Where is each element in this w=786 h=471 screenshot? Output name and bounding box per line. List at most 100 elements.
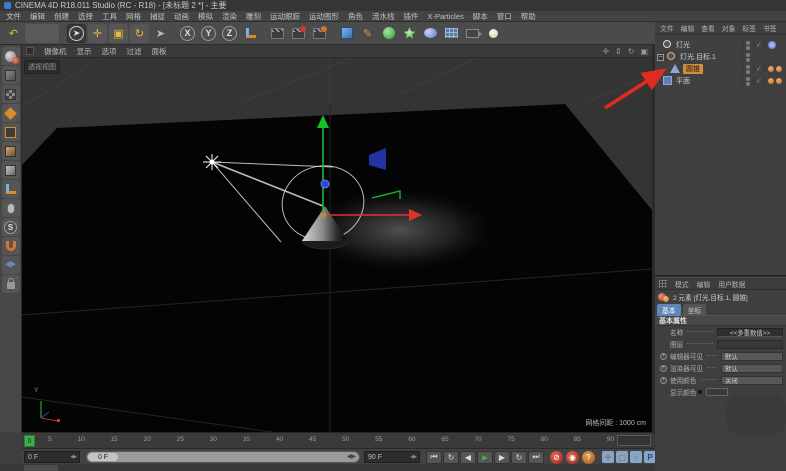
menu-window[interactable]: 窗口 <box>497 11 512 22</box>
key-position-toggle[interactable]: ✛ <box>602 451 614 463</box>
display-color-swatch[interactable] <box>706 388 728 396</box>
render-picture-viewer-button[interactable] <box>289 24 308 43</box>
add-primitive-button[interactable] <box>337 24 356 43</box>
om-menu-view[interactable]: 查看 <box>701 23 715 33</box>
enabled-check[interactable]: ✓ <box>753 65 761 73</box>
key-rotation-toggle[interactable]: ○ <box>630 451 642 463</box>
tab-coordinates[interactable]: 坐标 <box>683 304 707 316</box>
menu-xparticles[interactable]: X-Particles <box>428 12 464 21</box>
add-spline-button[interactable]: ✎ <box>358 24 377 43</box>
visibility-dots[interactable] <box>742 53 750 62</box>
enabled-check[interactable]: ✓ <box>753 77 761 85</box>
add-deformer-button[interactable] <box>400 24 419 43</box>
lock-x-axis-button[interactable]: X <box>178 24 197 43</box>
enable-snap-button[interactable]: S <box>2 218 20 236</box>
goto-end-button[interactable]: ⏭ <box>528 451 544 464</box>
menu-mesh[interactable]: 网格 <box>126 11 141 22</box>
redo-area[interactable] <box>25 24 59 43</box>
vp-menu-panel[interactable]: 面板 <box>152 46 167 57</box>
editor-visible-dropdown[interactable]: 默认 <box>721 352 783 361</box>
add-camera-button[interactable] <box>463 24 482 43</box>
viewport-pin-icon[interactable] <box>26 47 34 55</box>
object-mode-button[interactable] <box>2 161 20 179</box>
add-floor-button[interactable] <box>442 24 461 43</box>
om-menu-objects[interactable]: 对象 <box>722 23 736 33</box>
rotate-tool[interactable]: ↻ <box>130 24 149 43</box>
menu-edit[interactable]: 编辑 <box>30 11 45 22</box>
tab-basic[interactable]: 基本 <box>657 304 681 316</box>
material-manager-stub[interactable] <box>24 465 58 471</box>
name-field[interactable]: <<多重数值>> <box>717 328 783 337</box>
vp-menu-display[interactable]: 显示 <box>77 46 92 57</box>
am-grid-icon[interactable] <box>659 280 667 288</box>
light-source-star[interactable] <box>203 154 221 170</box>
menu-pipeline[interactable]: 流水线 <box>372 11 395 22</box>
menu-motion-tracker[interactable]: 运动跟踪 <box>270 11 300 22</box>
menu-character[interactable]: 角色 <box>348 11 363 22</box>
plane-tags[interactable] <box>764 78 784 84</box>
add-environment-button[interactable] <box>421 24 440 43</box>
undo-button[interactable]: ↶ <box>4 24 23 43</box>
timeline-playhead[interactable]: 0 <box>24 435 35 447</box>
add-light-button[interactable] <box>484 24 503 43</box>
add-generator-button[interactable] <box>379 24 398 43</box>
object-row-cone[interactable]: 圆锥 ✓ <box>655 63 786 75</box>
rotate-view-icon[interactable]: ↻ <box>628 47 635 56</box>
visibility-dots[interactable] <box>742 65 750 74</box>
lock-workplane-button[interactable] <box>2 275 20 293</box>
menu-simulate[interactable]: 模拟 <box>198 11 213 22</box>
lock-z-axis-button[interactable]: Z <box>220 24 239 43</box>
am-menu-mode[interactable]: 模式 <box>675 279 689 289</box>
expand-circle-icon[interactable]: + <box>660 365 667 372</box>
ruler-end-box[interactable] <box>617 435 651 446</box>
model-mode-button[interactable] <box>2 66 20 84</box>
use-color-dropdown[interactable]: 关闭 <box>721 376 783 385</box>
edges-mode-button[interactable] <box>2 123 20 141</box>
om-menu-bookmarks[interactable]: 书签 <box>763 23 777 33</box>
object-manager-tree[interactable]: 灯光 ✓ − 灯光.目标.1 <box>655 35 786 275</box>
menu-help[interactable]: 帮助 <box>521 11 536 22</box>
menu-animate[interactable]: 动画 <box>174 11 189 22</box>
cycle-button[interactable]: ↻ <box>511 451 527 464</box>
autokey-button[interactable]: ◉ <box>566 451 579 464</box>
enable-axis-button[interactable] <box>2 180 20 198</box>
key-scale-toggle[interactable]: ▢ <box>616 451 628 463</box>
am-menu-userdata[interactable]: 用户数据 <box>718 279 745 289</box>
expand-circle-icon[interactable]: + <box>660 353 667 360</box>
goto-start-button[interactable]: ⏮ <box>426 451 442 464</box>
vp-menu-filter[interactable]: 过滤 <box>127 46 142 57</box>
menu-script[interactable]: 脚本 <box>473 11 488 22</box>
polygons-mode-button[interactable] <box>2 142 20 160</box>
layer-field[interactable] <box>717 340 783 349</box>
render-active-view-button[interactable] <box>268 24 287 43</box>
visibility-dots[interactable] <box>742 41 750 50</box>
menu-snap[interactable]: 捕捉 <box>150 11 165 22</box>
renderer-visible-dropdown[interactable]: 默认 <box>721 364 783 373</box>
am-menu-edit[interactable]: 编辑 <box>697 279 711 289</box>
coordinate-system-button[interactable] <box>241 24 260 43</box>
expand-circle-icon[interactable]: + <box>660 377 667 384</box>
z-axis-handle[interactable] <box>321 180 329 188</box>
lock-y-axis-button[interactable]: Y <box>199 24 218 43</box>
previous-frame-button[interactable]: ◀ <box>460 451 476 464</box>
basic-properties-header[interactable]: 基本属性 <box>655 315 786 326</box>
menu-sculpt[interactable]: 雕刻 <box>246 11 261 22</box>
last-used-tool[interactable]: ➤ <box>151 24 170 43</box>
move-tool[interactable]: ✛ <box>88 24 107 43</box>
timeline-slider-grip[interactable]: 0 F <box>88 453 118 461</box>
enabled-check[interactable]: ✓ <box>753 41 761 49</box>
object-row-light[interactable]: 灯光 ✓ <box>655 39 786 51</box>
om-menu-edit[interactable]: 编辑 <box>681 23 695 33</box>
timeline-ruler[interactable]: 0 510 1520 2530 3540 4550 5560 6570 7580… <box>22 432 655 448</box>
viewport-canvas[interactable] <box>22 45 652 432</box>
object-row-target-light[interactable]: − 灯光.目标.1 <box>655 51 786 63</box>
menu-select[interactable]: 选择 <box>78 11 93 22</box>
perspective-viewport[interactable]: 摄像机 显示 选项 过滤 面板 ✛ ⇕ ↻ ▣ 透视视图 网格间距 : 1000… <box>22 45 652 432</box>
play-mode-button[interactable]: ↻ <box>443 451 459 464</box>
keyframe-selection-button[interactable]: ? <box>582 451 595 464</box>
menu-tools[interactable]: 工具 <box>102 11 117 22</box>
menu-create[interactable]: 创建 <box>54 11 69 22</box>
end-frame-field[interactable]: 90 F◀▶ <box>364 451 420 463</box>
toggle-view-icon[interactable]: ▣ <box>640 47 648 56</box>
play-button[interactable]: ▶ <box>477 451 493 464</box>
